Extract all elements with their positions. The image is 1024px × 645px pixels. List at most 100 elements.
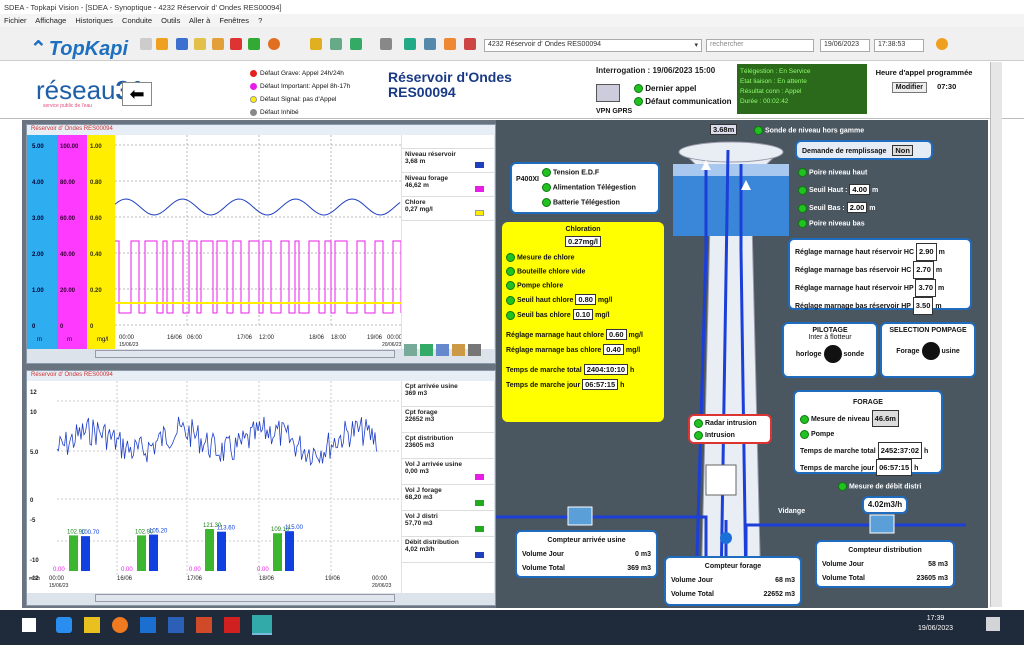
nav-icon[interactable] [350,38,362,50]
camera-icon[interactable] [156,38,168,50]
target-icon[interactable] [268,38,280,50]
topkapi-task-icon[interactable] [252,615,272,635]
settings-icon[interactable] [468,344,481,356]
clock-date: 19/06/2023 [918,625,954,632]
seuil-haut-input[interactable]: 4.00 [849,184,871,195]
y-tick: 10 [30,410,37,416]
forage-jour-value: 68 m3 [775,577,795,584]
trend1-scrollbar[interactable] [95,350,395,358]
side-item[interactable]: Vol J forage 68,20 m3 [402,485,494,511]
side-item[interactable]: Niveau forage 46,62 m [402,173,494,197]
reg-bas-chlore-input[interactable]: 0.40 [603,344,624,355]
reg-input[interactable]: 3.70 [915,279,937,297]
reg-input[interactable]: 2.70 [913,261,934,279]
export-icon[interactable] [452,344,465,356]
back-button[interactable]: ⬅ [122,82,152,106]
side-item[interactable]: Cpt distribution 23605 m3 [402,433,494,459]
modem-icon[interactable] [596,84,620,102]
side-val: 23605 [405,442,424,449]
save-icon[interactable] [420,344,433,356]
tools-icon[interactable] [330,38,342,50]
seuil-bas-chlore-input[interactable]: 0.10 [572,309,594,320]
menu-outils[interactable]: Outils [161,16,180,25]
back-icon[interactable] [380,38,392,50]
search-input[interactable]: rechercher [706,39,814,52]
seuil-haut-chlore-input[interactable]: 0.80 [575,294,596,305]
side-item[interactable]: Chlore 0,27 mg/l [402,197,494,221]
menu-fenetres[interactable]: Fenêtres [219,16,249,25]
x-tick: 18:00 [331,335,347,341]
poire-bas-label: Poire niveau bas [808,220,865,228]
outlook-icon[interactable] [140,617,156,633]
side-val: 3,68 [405,158,418,165]
vol-jour-label: Volume Jour [822,561,864,568]
config-icon[interactable] [464,38,476,50]
arrow-left-icon: ⬅ [129,83,145,104]
start-icon[interactable] [22,618,36,632]
info-icon[interactable] [936,38,948,50]
vertical-scrollbar[interactable] [990,62,1002,607]
status-dot-icon [694,418,703,428]
menu-affichage[interactable]: Affichage [35,16,66,25]
table-icon[interactable] [194,38,206,50]
trend-icon[interactable] [248,38,260,50]
chloration-title: Chloration [565,226,601,233]
site-select[interactable]: 4232 Réservoir d' Ondes RES00094 ▾ [484,39,702,52]
brand-main: réseau [36,75,116,105]
magenta-dot-icon [250,83,257,90]
word-icon[interactable] [168,617,184,633]
print-icon[interactable] [436,344,449,356]
side-item[interactable]: Cpt arrivée usine 369 m3 [402,381,494,407]
side-item[interactable]: Vol J arrivée usine 0,00 m3 [402,459,494,485]
trend2-scrollbar[interactable] [95,594,395,602]
zoom-icon[interactable] [404,344,417,356]
reg-haut-chlore-input[interactable]: 0.60 [605,329,627,340]
side-name: Cpt arrivée usine [405,383,458,390]
side-name: Cpt distribution [405,435,454,442]
side-unit: m3/h [419,546,435,553]
edge-icon[interactable] [56,617,72,633]
side-item[interactable]: Débit distribution 4,02 m3/h [402,537,494,563]
cpt-forage-title: Compteur forage [704,563,762,570]
compteur-usine-panel: Compteur arrivée usine Volume Jour 0 m3 V… [515,530,658,578]
notification-icon[interactable] [986,617,1000,631]
pompage-switch[interactable] [921,342,940,360]
menu-conduite[interactable]: Conduite [122,16,152,25]
appel-time: 07:30 [937,82,957,91]
side-item[interactable]: Niveau réservoir 3,68 m [402,149,494,173]
firefox-icon[interactable] [112,617,128,633]
alarm-icon[interactable] [212,38,224,50]
filter-icon[interactable] [424,38,436,50]
page-title: Réservoir d'Ondes RES00094 [388,70,512,100]
menu-aller[interactable]: Aller à [189,16,210,25]
reg-input[interactable]: 2.90 [916,243,937,261]
y-tick: 12 [30,390,37,396]
menu-fichier[interactable]: Fichier [4,16,27,25]
modifier-button[interactable]: Modifier [891,82,927,93]
pilotage-switch[interactable] [823,345,842,363]
defaut-comm-label: Défaut communication [645,97,732,106]
forward-icon[interactable] [404,38,416,50]
export-icon[interactable] [444,38,456,50]
menu-historiques[interactable]: Historiques [75,16,113,25]
pencil-icon[interactable] [176,38,188,50]
grid-icon[interactable] [140,38,152,50]
bar-blue [285,531,294,571]
explorer-icon[interactable] [84,617,100,633]
powerpoint-icon[interactable] [196,617,212,633]
seuil-bas-input[interactable]: 2.00 [846,202,868,213]
vidange-label: Vidange [778,508,806,515]
side-item[interactable]: Vol J distri 57,70 m3 [402,511,494,537]
acrobat-icon[interactable] [224,617,240,633]
mesure-chlore-label: Mesure de chlore [516,254,575,262]
zoom-icon[interactable] [310,38,322,50]
reg-input[interactable]: 3.50 [912,297,934,315]
side-item[interactable]: Cpt forage 22652 m3 [402,407,494,433]
home-icon[interactable] [230,38,242,50]
y3-axis-bg [87,135,115,349]
y1-tick: 1.00 [32,288,44,294]
pump-icon[interactable] [720,532,732,544]
bar-label: 100.70 [81,530,100,536]
compteur-distri-panel: Compteur distribution Volume Jour 58 m3 V… [815,540,955,588]
menu-help[interactable]: ? [258,16,262,25]
